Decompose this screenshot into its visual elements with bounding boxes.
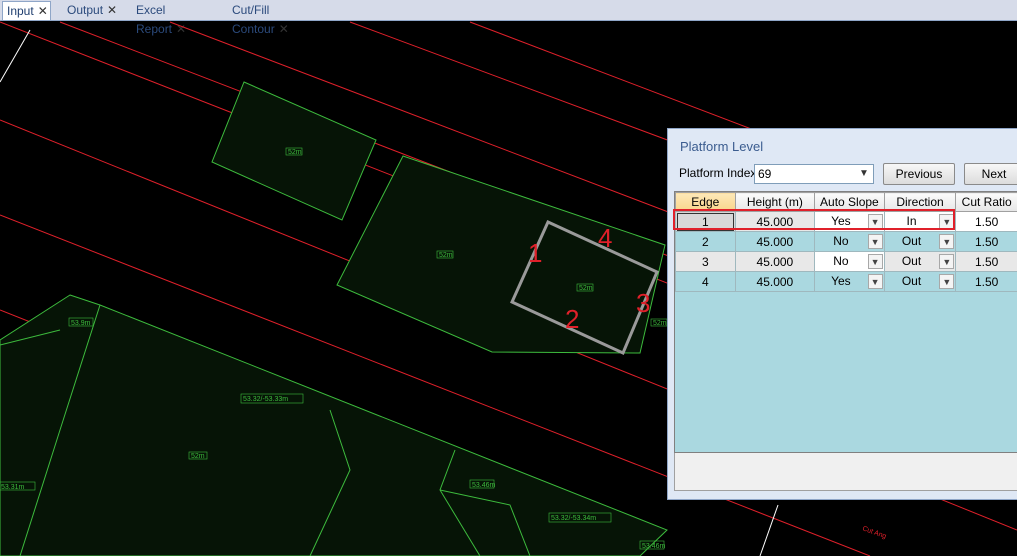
edge-cell[interactable]: 2: [675, 231, 736, 252]
direction-combo[interactable]: Out ▼: [883, 231, 957, 252]
height-cell[interactable]: 45.000: [734, 271, 816, 292]
platform-index-value: 69: [758, 167, 772, 181]
tab-label: Output: [67, 3, 104, 17]
chevron-down-icon[interactable]: ▼: [939, 234, 955, 249]
cut-ratio-cell[interactable]: 1.50: [955, 211, 1017, 232]
auto-slope-combo[interactable]: No ▼: [814, 231, 885, 252]
parcel-label: 53.31m: [1, 484, 25, 491]
cut-ratio-cell[interactable]: 1.50: [955, 251, 1017, 272]
chevron-down-icon[interactable]: ▼: [867, 234, 883, 249]
table-row[interactable]: 4 45.000 Yes ▼ Out ▼ 1.50: [675, 271, 1017, 292]
next-button[interactable]: Next: [964, 163, 1017, 185]
cut-ratio-cell[interactable]: 1.50: [955, 231, 1017, 252]
edge-number: 2: [565, 304, 579, 334]
edge-cell[interactable]: 4: [675, 271, 736, 292]
direction-combo[interactable]: Out ▼: [883, 251, 957, 272]
white-line: [0, 29, 31, 83]
tab-cut-fill-contour[interactable]: Cut/Fill Contour ✕: [228, 1, 328, 36]
parcel-label: 52m: [653, 320, 667, 327]
panel-title: Platform Level: [680, 139, 764, 154]
edge-number: 1: [528, 238, 542, 268]
edge-grid: Edge Height (m) Auto Slope Direction Cut…: [674, 191, 1017, 453]
tab-excel-report[interactable]: Excel Report ✕: [132, 1, 218, 36]
parcel-label: 53.46m: [642, 543, 666, 550]
close-icon[interactable]: ✕: [107, 3, 117, 17]
tab-label: Input: [7, 4, 34, 18]
edge-number: 4: [598, 223, 612, 253]
edge-number: 3: [636, 288, 650, 318]
height-cell[interactable]: 45.000: [734, 251, 816, 272]
tab-output[interactable]: Output ✕: [63, 1, 121, 20]
direction-value: Out: [901, 234, 922, 248]
direction-value: Out: [901, 274, 922, 288]
platform-index-dropdown[interactable]: 69 ▼: [754, 164, 874, 184]
direction-value: Out: [901, 254, 922, 268]
panel-footer: [674, 453, 1017, 491]
table-row[interactable]: 2 45.000 No ▼ Out ▼ 1.50: [675, 231, 1017, 252]
previous-button[interactable]: Previous: [883, 163, 955, 185]
direction-combo[interactable]: Out ▼: [883, 271, 957, 292]
cut-ratio-cell[interactable]: 1.50: [955, 271, 1017, 292]
parcel-label: 53.9m: [71, 320, 91, 327]
close-icon[interactable]: ✕: [38, 4, 48, 18]
chevron-down-icon[interactable]: ▼: [867, 274, 883, 289]
chevron-down-icon[interactable]: ▼: [939, 274, 955, 289]
chevron-down-icon[interactable]: ▼: [856, 166, 872, 182]
parcel-label: 53.32/-53.34m: [551, 515, 596, 522]
auto-slope-value: No: [833, 254, 849, 268]
platform-index-label: Platform Index: [679, 166, 757, 180]
platform-level-panel: Platform Level Platform Index 69 ▼ Previ…: [667, 128, 1017, 500]
parcel-label: 52m: [439, 252, 453, 259]
edge-cell[interactable]: 3: [675, 251, 736, 272]
auto-slope-value: No: [833, 234, 849, 248]
parcel-label: 52m: [288, 149, 302, 156]
parcel-label: 52m: [191, 453, 205, 460]
chevron-down-icon[interactable]: ▼: [867, 254, 883, 269]
auto-slope-value: Yes: [831, 274, 851, 288]
auto-slope-combo[interactable]: Yes ▼: [814, 271, 885, 292]
tab-input[interactable]: Input ✕: [2, 1, 51, 20]
parcel-label: 52m: [579, 285, 593, 292]
table-row[interactable]: 3 45.000 No ▼ Out ▼ 1.50: [675, 251, 1017, 272]
white-line: [759, 504, 779, 556]
road-label: Cut Ang: [861, 525, 887, 540]
column-header-cut-ratio[interactable]: Cut Ratio: [955, 192, 1017, 212]
parcel-label: 53.46m: [472, 482, 496, 489]
parcel-label: 53.32/-53.33m: [243, 396, 288, 403]
selected-row-highlight: [673, 209, 955, 230]
auto-slope-combo[interactable]: No ▼: [814, 251, 885, 272]
chevron-down-icon[interactable]: ▼: [939, 254, 955, 269]
height-cell[interactable]: 45.000: [734, 231, 816, 252]
document-tab-bar: Input ✕ Output ✕ Excel Report ✕ Cut/Fill Co…: [0, 0, 1017, 36]
